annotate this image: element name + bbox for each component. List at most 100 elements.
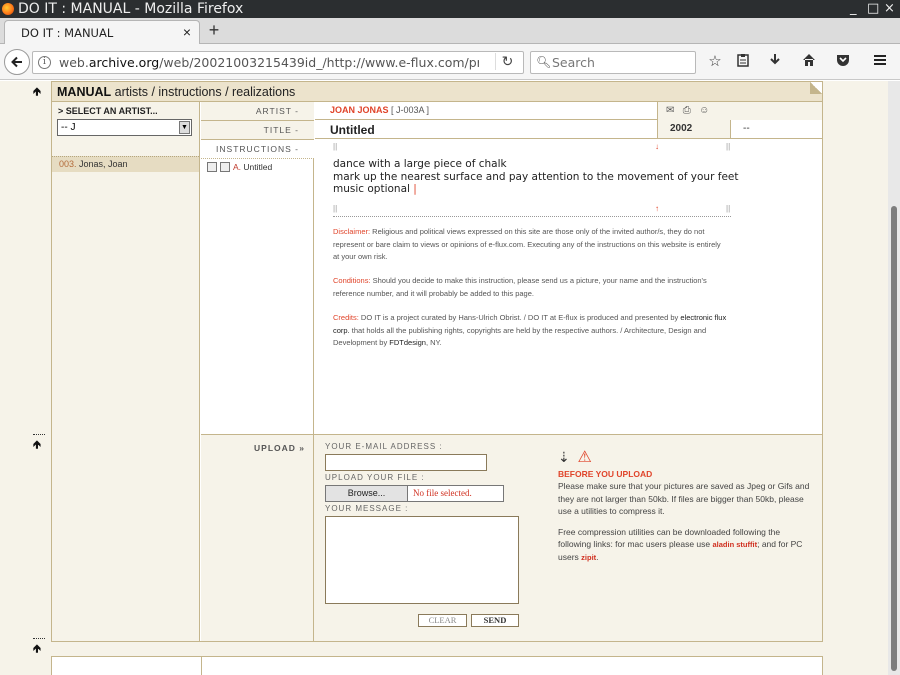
message-field[interactable] <box>325 516 519 604</box>
frame-divider <box>201 657 202 675</box>
text-boundary-marker: || <box>333 204 338 213</box>
artist-select-value: -- J <box>61 122 76 133</box>
select-artist-label: > SELECT AN ARTIST... <box>58 106 158 116</box>
text-boundary-marker: || <box>726 204 731 213</box>
url-text[interactable]: web.archive.org/web/20021003215439id_/ht… <box>59 55 479 70</box>
search-icon: 🔍︎ <box>536 55 552 69</box>
breadcrumb: MANUAL artists / instructions / realizat… <box>52 82 822 102</box>
tab-strip: DO IT : MANUAL × + <box>0 18 900 44</box>
site-info-icon[interactable]: i <box>38 56 51 69</box>
url-bar[interactable]: i web.archive.org/web/20021003215439id_/… <box>32 51 524 74</box>
disclaimer-note: Disclaimer: Religious and political view… <box>333 226 728 264</box>
bookmark-star-icon[interactable]: ☆ <box>706 53 724 71</box>
credits-fdt-link[interactable]: FDTdesign <box>389 338 426 347</box>
chevron-down-icon[interactable]: ▼ <box>179 121 190 134</box>
credits-note: Credits: DO IT is a project curated by H… <box>333 312 728 350</box>
artist-number: 003. <box>59 159 77 169</box>
firefox-logo-icon <box>2 3 14 15</box>
url-domain: archive.org <box>88 55 160 70</box>
document-icon[interactable] <box>220 162 230 172</box>
instruction-list-item[interactable]: A. Untitled <box>207 162 272 172</box>
person-icon[interactable]: ☺ <box>699 105 709 116</box>
navigation-toolbar: i web.archive.org/web/20021003215439id_/… <box>0 44 900 80</box>
conditions-text: Should you decide to make this instructi… <box>333 276 707 298</box>
instruction-line: mark up the nearest surface and pay atte… <box>333 170 739 183</box>
scrollbar-thumb[interactable] <box>891 206 897 671</box>
reload-icon[interactable]: ↻ <box>495 53 519 70</box>
close-window-button[interactable]: × <box>884 0 895 18</box>
breadcrumb-links[interactable]: artists / instructions / realizations <box>111 85 296 99</box>
credits-key: Credits: <box>333 313 359 322</box>
manual-frame: MANUAL artists / instructions / realizat… <box>51 81 823 642</box>
scroll-top-arrow-icon[interactable]: 🡹 <box>33 638 45 659</box>
instructions-label: INSTRUCTIONS - <box>201 140 314 159</box>
mail-icon[interactable]: ✉ <box>666 105 674 116</box>
window-title: DO IT : MANUAL - Mozilla Firefox <box>18 1 244 17</box>
send-button[interactable]: SEND <box>471 614 519 627</box>
instruction-text: dance with a large piece of chalk mark u… <box>333 158 738 196</box>
artist-name: Jonas, Joan <box>76 159 128 169</box>
search-bar[interactable]: 🔍︎ Search <box>530 51 696 74</box>
next-frame <box>51 656 823 675</box>
scroll-top-arrow-icon[interactable]: 🡹 <box>33 83 41 102</box>
reference-code: [ J-003A ] <box>388 105 430 115</box>
minimize-button[interactable]: _ <box>850 0 857 18</box>
home-icon[interactable] <box>800 53 818 72</box>
file-label: UPLOAD YOUR FILE : <box>325 473 425 482</box>
notice-header: BEFORE YOU UPLOAD <box>558 469 653 480</box>
page-viewport: 🡹 🡹 🡹 MANUAL artists / instructions / re… <box>0 81 888 675</box>
notice-text: . <box>596 552 599 563</box>
title-row: Untitled 2002 -- <box>315 120 822 139</box>
text-cursor: | <box>413 183 417 195</box>
zipit-link[interactable]: zipit <box>581 553 596 562</box>
pocket-icon[interactable] <box>834 53 852 72</box>
message-label: YOUR MESSAGE : <box>325 504 409 513</box>
artist-select[interactable]: -- J ▼ <box>57 119 192 136</box>
tab-title: DO IT : MANUAL <box>21 26 114 40</box>
browse-button[interactable]: Browse... <box>325 485 408 502</box>
window-titlebar: DO IT : MANUAL - Mozilla Firefox _ □ × <box>0 0 900 18</box>
realization-icon[interactable] <box>207 162 217 172</box>
clear-button[interactable]: CLEAR <box>418 614 467 627</box>
artist-sidebar: > SELECT AN ARTIST... -- J ▼ 003. Jonas,… <box>52 102 200 641</box>
email-label: YOUR E-MAIL ADDRESS : <box>325 442 443 451</box>
url-path: /web/20021003215439id_/http://www.e-flux… <box>159 55 479 70</box>
work-year: 2002 <box>657 120 730 138</box>
breadcrumb-section[interactable]: MANUAL <box>57 85 111 99</box>
instruction-letter: A. <box>233 162 242 172</box>
tab-do-it-manual[interactable]: DO IT : MANUAL × <box>4 20 200 44</box>
aladin-stuffit-link[interactable]: aladin stuffit <box>713 540 758 549</box>
file-status: No file selected. <box>408 485 504 502</box>
downloads-icon[interactable] <box>766 53 784 72</box>
new-tab-button[interactable]: + <box>204 20 224 40</box>
url-prefix: web. <box>59 55 89 70</box>
reading-list-icon[interactable] <box>734 53 752 72</box>
title-label: TITLE - <box>201 121 314 140</box>
search-placeholder: Search <box>552 55 595 70</box>
scroll-top-arrow-icon[interactable]: 🡹 <box>33 434 45 455</box>
conditions-key: Conditions: <box>333 276 371 285</box>
artist-row: JOAN JONAS [ J-003A ] ✉ ⎙ ☺ <box>315 102 822 120</box>
artist-list-item[interactable]: 003. Jonas, Joan <box>52 156 199 172</box>
artist-label: ARTIST - <box>201 102 314 121</box>
work-title: Untitled <box>330 123 375 137</box>
tab-close-icon[interactable]: × <box>183 24 191 40</box>
back-button[interactable] <box>4 49 30 75</box>
arrow-up-icon: ↑ <box>655 204 659 213</box>
dotted-divider <box>333 216 731 217</box>
conditions-note: Conditions: Should you decide to make th… <box>333 275 728 300</box>
email-field[interactable] <box>325 454 487 471</box>
print-icon[interactable]: ⎙ <box>683 105 691 116</box>
page-scrollbar[interactable] <box>888 81 900 675</box>
arrow-down-icon: ↓ <box>655 142 659 151</box>
notice-links-paragraph: Free compression utilities can be downlo… <box>558 526 813 565</box>
work-extra: -- <box>730 120 822 138</box>
instruction-name: Untitled <box>241 162 273 172</box>
back-arrow-icon <box>11 56 22 68</box>
credits-text-1: DO IT is a project curated by Hans-Ulric… <box>358 313 681 322</box>
menu-icon[interactable] <box>871 53 889 72</box>
notice-paragraph: Please make sure that your pictures are … <box>558 481 810 516</box>
disclaimer-key: Disclaimer: <box>333 227 371 236</box>
text-boundary-marker: || <box>726 142 731 151</box>
maximize-button[interactable]: □ <box>867 0 879 18</box>
